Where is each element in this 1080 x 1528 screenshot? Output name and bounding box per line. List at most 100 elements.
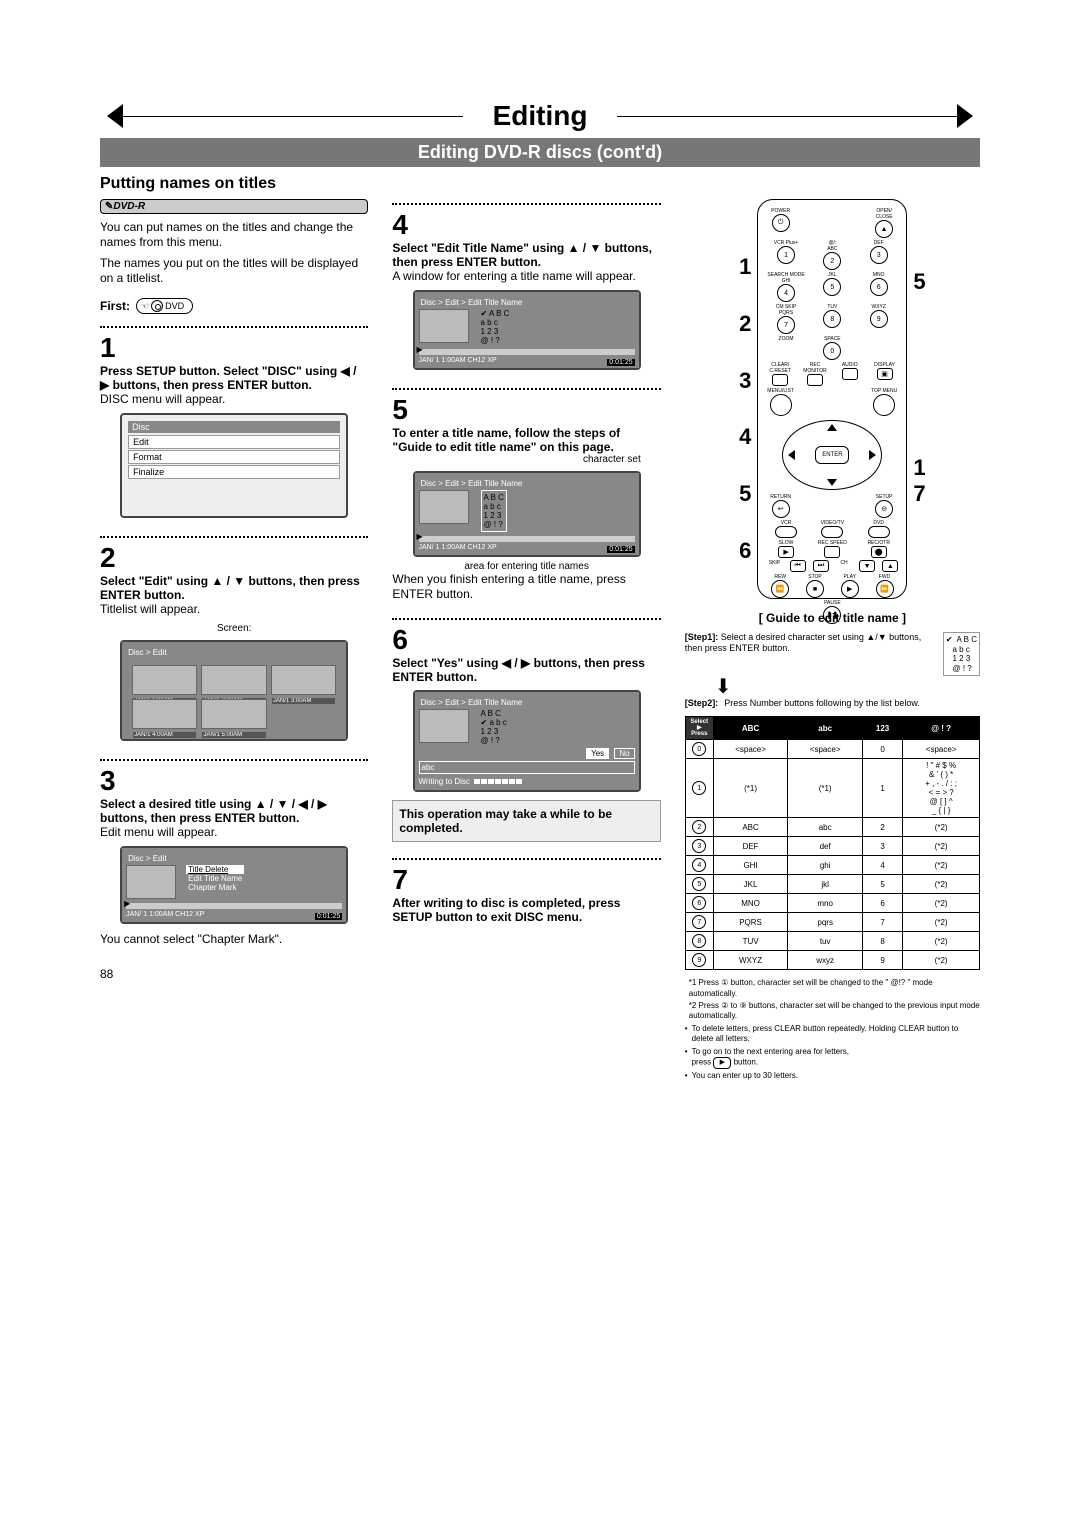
progress-icon [474,777,523,786]
table-cell: MNO [713,894,788,913]
step-3: 3 Select a desired title using ▲ / ▼ / ◀… [100,765,368,953]
table-cell: pqrs [788,913,863,932]
dots-divider [392,388,660,390]
open-close-icon: ▲ [875,220,893,238]
table-cell: mno [788,894,863,913]
table-cell: (*2) [903,875,980,894]
s5-timer: 0:01:25 [607,546,634,553]
step-5: 5 To enter a title name, follow the step… [392,394,660,608]
recotr-btn: ⬤ [871,546,887,558]
table-cell: ghi [788,856,863,875]
num-key-icon: 9 [692,953,706,967]
table-cell: WXYZ [713,951,788,970]
table-cell: (*1) [713,759,788,818]
table-cell: TUV [713,932,788,951]
step-4-screen: Disc > Edit > Edit Title Name A B C a b … [413,290,641,370]
thumb: JAN/1 1:00AM [132,665,197,695]
step-4: 4 Select "Edit Title Name" using ▲ / ▼ b… [392,209,660,378]
num-2-btn: 2 [823,252,841,270]
s1-item-format: Format [128,450,340,464]
dots-divider [392,858,660,860]
step-1-tail: DISC menu will appear. [100,392,368,407]
rew-btn: ⏪ [771,580,789,598]
table-cell: jkl [788,875,863,894]
table-cell: 8 [862,932,902,951]
area-label: area for entering title names [392,561,660,572]
th-123: 123 [862,717,902,740]
table-cell: 7 [862,913,902,932]
playbar [126,903,342,909]
sub-banner: Editing DVD-R discs (cont'd) [100,138,980,167]
s3-timer: 0:01:25 [315,913,342,920]
s1-item-edit: Edit [128,435,340,449]
table-cell: (*2) [903,951,980,970]
s3-thumb [126,865,176,899]
s4-status: JAN/ 1 1:00AM CH12 XP [419,357,497,364]
remote-control-icon: POWER⏻ OPEN/ CLOSE▲ VCR Plus+1 @/:ABC2 D… [757,199,907,599]
table-cell: 5 [862,875,902,894]
footnotes: *1 Press ① button, character set will be… [685,976,980,1083]
table-cell: (*2) [903,856,980,875]
step-6-head: Select "Yes" using ◀ / ▶ buttons, then p… [392,656,660,684]
up-arrow-icon [827,424,837,431]
chapter-title-text: Editing [493,100,588,131]
arrow-left-icon [107,104,123,128]
guide-step-2: [Step2]: Press Number buttons following … [685,698,980,709]
step-3-note: You cannot select "Chapter Mark". [100,932,368,947]
arrow-right-icon [957,104,973,128]
num-8-btn: 8 [823,310,841,328]
chapter-title: Editing [463,100,618,132]
table-cell: <space> [903,740,980,759]
step-3-tail: Edit menu will appear. [100,825,368,840]
table-cell: 4 [862,856,902,875]
fwd-btn: ⏩ [876,580,894,598]
s2-breadcrumb: Disc > Edit [126,646,342,659]
step-7-num: 7 [392,866,660,894]
s5-thumb [419,490,469,524]
s6-charset: A B C a b c 1 2 3 @ ! ? [481,709,507,745]
step-2: 2 Select "Edit" using ▲ / ▼ buttons, the… [100,542,368,749]
num-4-btn: 4 [777,284,795,302]
entered-text: abc [419,761,635,774]
num-3-btn: 3 [870,246,888,264]
charset-label: character set [392,454,640,465]
step-2-tail: Titlelist will appear. [100,602,368,617]
num-key-icon: 1 [692,781,706,795]
table-cell: 3 [862,837,902,856]
menulist-btn [770,394,792,416]
step-7-head: After writing to disc is completed, pres… [392,896,660,924]
menu-edit-title-name: Edit Title Name [186,874,244,883]
section-title: Putting names on titles [100,175,980,193]
play-button-icon: ▶ [713,1057,731,1069]
dvd-btn [868,526,890,538]
step-6-screen: Disc > Edit > Edit Title Name A B C a b … [413,690,641,792]
footnote-b2: To go on to the next entering area for l… [692,1047,849,1069]
no-button: No [614,748,634,759]
step-4-tail: A window for entering a title name will … [392,269,660,284]
s4-breadcrumb: Disc > Edit > Edit Title Name [419,296,635,309]
step-5-screen: Disc > Edit > Edit Title Name A B C a b … [413,471,641,557]
s3-breadcrumb: Disc > Edit [126,852,342,865]
step-3-head: Select a desired title using ▲ / ▼ / ◀ /… [100,797,368,825]
slow-btn: ▶ [778,546,794,558]
recsp-btn [824,546,840,558]
table-cell: PQRS [713,913,788,932]
writing-row: Writing to Disc [419,777,635,786]
num-1-btn: 1 [777,246,795,264]
ch-up-btn: ▲ [882,560,898,572]
character-table: Select ▶ Press ABC abc 123 @ ! ? 0<space… [685,716,980,970]
step-2-head: Select "Edit" using ▲ / ▼ buttons, then … [100,574,368,602]
playbar [419,349,635,355]
table-cell: <space> [788,740,863,759]
num-6-btn: 6 [870,278,888,296]
disc-icon [151,300,163,312]
column-right: 1 2 3 4 5 6 POWER⏻ OPEN/ CLOSE▲ VCR Plus… [685,199,980,1083]
table-cell: JKL [713,875,788,894]
footnote-b1: To delete letters, press CLEAR button re… [692,1024,980,1045]
num-key-icon: 5 [692,877,706,891]
s5-breadcrumb: Disc > Edit > Edit Title Name [419,477,635,490]
ch-dn-btn: ▼ [859,560,875,572]
table-cell: 2 [862,818,902,837]
step-1-screen: Disc Edit Format Finalize [120,413,348,518]
skip-next-btn: ⏭ [813,560,829,572]
